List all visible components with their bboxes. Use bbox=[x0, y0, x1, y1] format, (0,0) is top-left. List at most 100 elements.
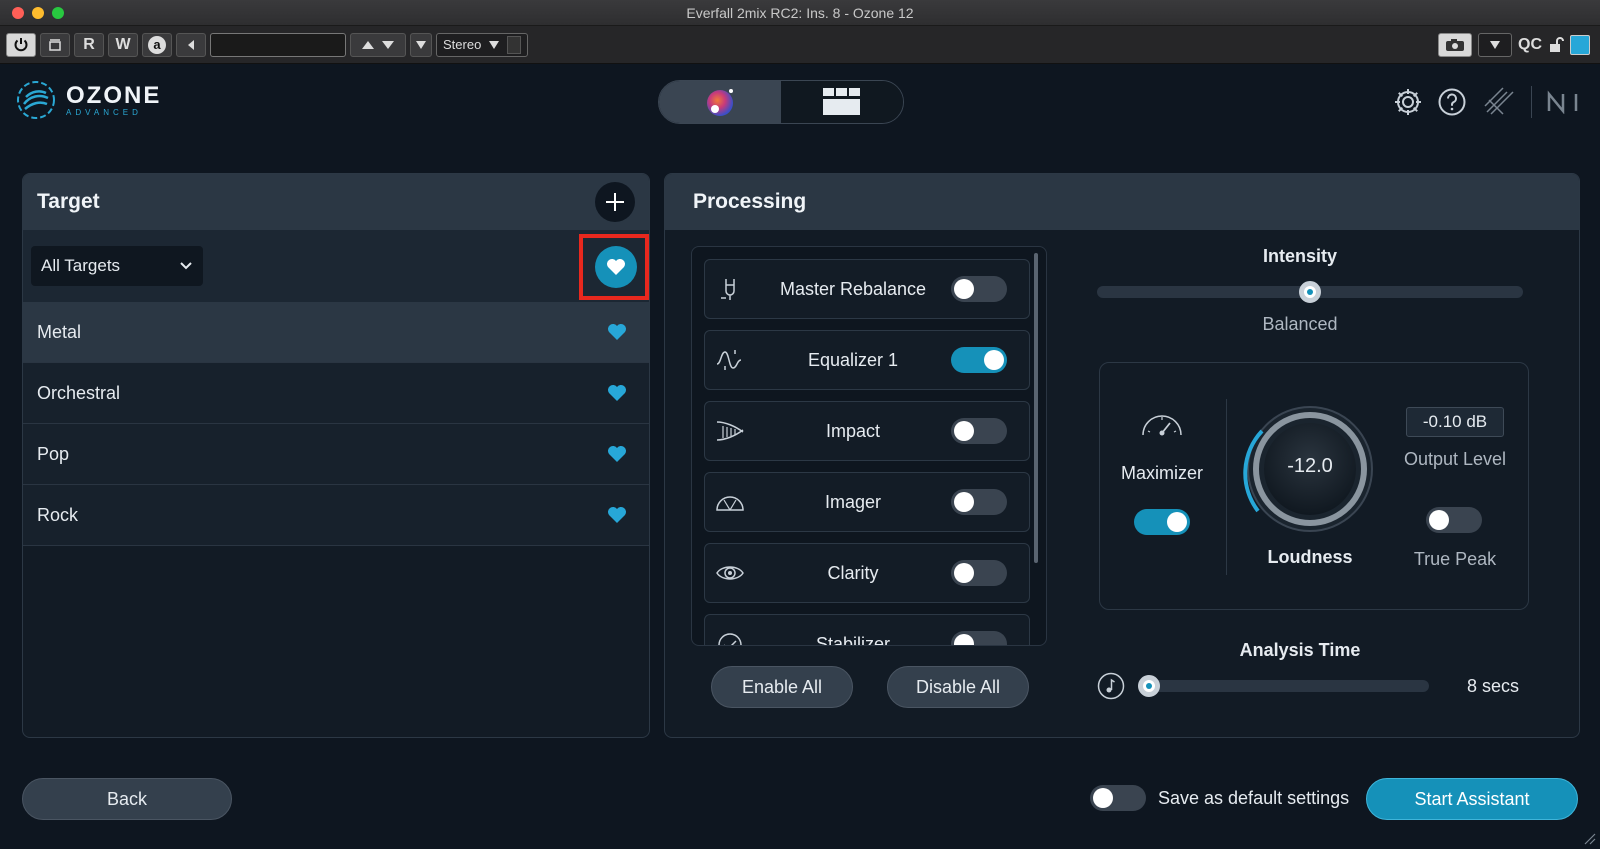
auto-label: a bbox=[148, 35, 166, 54]
logo-edition: ADVANCED bbox=[66, 107, 142, 117]
snapshot-menu-button[interactable] bbox=[1478, 33, 1512, 57]
eye-icon bbox=[716, 566, 744, 580]
power-button[interactable] bbox=[6, 32, 36, 57]
target-panel: Target All Targets Metal Orchestral Pop … bbox=[22, 173, 650, 738]
auto-button[interactable]: a bbox=[142, 32, 172, 57]
modules-view-tab[interactable] bbox=[781, 81, 903, 123]
target-item[interactable]: Metal bbox=[23, 302, 649, 363]
channel-mode-select[interactable]: Stereo bbox=[436, 32, 529, 57]
module-list-scrollbar[interactable] bbox=[1034, 253, 1038, 563]
bypass-icon bbox=[49, 38, 61, 51]
back-button[interactable]: Back bbox=[22, 778, 232, 820]
window-title: Everfall 2mix RC2: Ins. 8 - Ozone 12 bbox=[686, 4, 914, 21]
module-row: Impact bbox=[704, 401, 1030, 461]
analysis-time-slider-thumb[interactable] bbox=[1138, 675, 1160, 697]
target-item-label: Rock bbox=[37, 504, 79, 525]
host-toolbar: R W a Stereo QC bbox=[0, 26, 1600, 64]
target-item[interactable]: Orchestral bbox=[23, 363, 649, 424]
header-icons bbox=[1393, 84, 1582, 120]
intensity-slider-thumb[interactable] bbox=[1299, 281, 1321, 303]
qc-button[interactable]: QC bbox=[1518, 36, 1542, 54]
target-list: Metal Orchestral Pop Rock bbox=[23, 302, 649, 546]
favorite-heart-icon[interactable] bbox=[607, 506, 627, 524]
camera-icon bbox=[1446, 39, 1464, 51]
assistant-view-tab[interactable] bbox=[659, 81, 781, 123]
module-row: Clarity bbox=[704, 543, 1030, 603]
module-label: Impact bbox=[825, 420, 881, 441]
true-peak-toggle[interactable] bbox=[1426, 507, 1482, 533]
enable-all-button[interactable]: Enable All bbox=[711, 666, 853, 708]
true-peak-label: True Peak bbox=[1413, 549, 1497, 569]
logo-text: OZONE ADVANCED bbox=[66, 83, 161, 117]
gear-icon[interactable] bbox=[1393, 87, 1423, 117]
processing-panel-header: Processing bbox=[665, 174, 1579, 230]
izotope-icon[interactable] bbox=[1481, 84, 1517, 120]
module-list[interactable]: Master Rebalance Equalizer 1 Impact Imag… bbox=[691, 246, 1047, 646]
module-label: Clarity bbox=[827, 562, 879, 583]
target-filter-value: All Targets bbox=[41, 256, 121, 275]
favorite-heart-icon[interactable] bbox=[607, 384, 627, 402]
favorites-filter-button[interactable] bbox=[595, 246, 637, 288]
window-controls bbox=[12, 7, 64, 19]
target-item[interactable]: Rock bbox=[23, 485, 649, 546]
host-toolbar-right: QC bbox=[1438, 33, 1590, 57]
loudness-label: Loudness bbox=[1267, 547, 1353, 567]
preset-name-input[interactable] bbox=[210, 32, 346, 57]
target-panel-header: Target bbox=[23, 174, 649, 230]
window-titlebar: Everfall 2mix RC2: Ins. 8 - Ozone 12 bbox=[0, 0, 1600, 26]
output-level-field[interactable]: -0.10 dB bbox=[1406, 407, 1504, 437]
caret-down-icon bbox=[416, 40, 426, 49]
add-target-button[interactable] bbox=[595, 182, 635, 222]
preset-menu-button[interactable] bbox=[410, 32, 432, 57]
disable-all-button[interactable]: Disable All bbox=[887, 666, 1029, 708]
left-arrow-icon bbox=[188, 39, 194, 50]
target-item-label: Metal bbox=[37, 321, 82, 342]
gauge-icon bbox=[1142, 415, 1182, 436]
loudness-knob[interactable]: -12.0 bbox=[1240, 399, 1380, 539]
zoom-window-button[interactable] bbox=[52, 7, 64, 19]
target-filter-row: All Targets bbox=[23, 230, 649, 302]
module-toggle[interactable] bbox=[951, 418, 1007, 444]
minimize-window-button[interactable] bbox=[32, 7, 44, 19]
loudness-section: Maximizer -12.0 Loudness -0.10 dB Output… bbox=[1099, 362, 1529, 610]
start-assistant-button[interactable]: Start Assistant bbox=[1366, 778, 1578, 820]
analysis-time-value: 8 secs bbox=[1466, 676, 1519, 696]
target-item-label: Pop bbox=[37, 443, 70, 464]
save-default-toggle[interactable] bbox=[1090, 785, 1146, 811]
module-toggle[interactable] bbox=[951, 347, 1007, 373]
chevron-down-icon bbox=[180, 262, 192, 270]
ozone-logo: OZONE ADVANCED bbox=[16, 80, 161, 120]
module-row: Imager bbox=[704, 472, 1030, 532]
module-toggle[interactable] bbox=[951, 489, 1007, 515]
favorite-heart-icon[interactable] bbox=[607, 323, 627, 341]
app-header: OZONE ADVANCED bbox=[0, 64, 1600, 140]
write-automation-button[interactable]: W bbox=[108, 32, 138, 57]
snapshot-button[interactable] bbox=[1438, 33, 1472, 57]
header-divider bbox=[1531, 86, 1532, 118]
preset-nav-buttons[interactable] bbox=[350, 32, 406, 57]
resize-grip-icon[interactable] bbox=[1582, 831, 1596, 845]
maximizer-toggle[interactable] bbox=[1134, 509, 1190, 535]
module-toggle[interactable] bbox=[951, 631, 1007, 645]
analysis-time-slider[interactable] bbox=[1139, 680, 1429, 692]
output-level-label: Output Level bbox=[1403, 449, 1507, 469]
read-automation-button[interactable]: R bbox=[74, 32, 104, 57]
close-window-button[interactable] bbox=[12, 7, 24, 19]
link-toggle[interactable] bbox=[1570, 35, 1590, 55]
target-title: Target bbox=[37, 190, 100, 213]
processing-title: Processing bbox=[693, 190, 807, 213]
help-icon[interactable] bbox=[1437, 87, 1467, 117]
target-item[interactable]: Pop bbox=[23, 424, 649, 485]
unlock-icon[interactable] bbox=[1548, 37, 1564, 53]
module-toggle[interactable] bbox=[951, 560, 1007, 586]
module-row: Master Rebalance bbox=[704, 259, 1030, 319]
back-arrow-button[interactable] bbox=[176, 32, 206, 57]
bypass-button[interactable] bbox=[40, 32, 70, 57]
module-toggle[interactable] bbox=[951, 276, 1007, 302]
native-instruments-icon[interactable] bbox=[1546, 90, 1582, 114]
modules-grid-icon bbox=[823, 88, 860, 115]
power-icon bbox=[14, 37, 28, 51]
favorite-heart-icon[interactable] bbox=[607, 445, 627, 463]
target-filter-dropdown[interactable]: All Targets bbox=[31, 246, 203, 286]
module-row: Stabilizer bbox=[704, 614, 1030, 645]
